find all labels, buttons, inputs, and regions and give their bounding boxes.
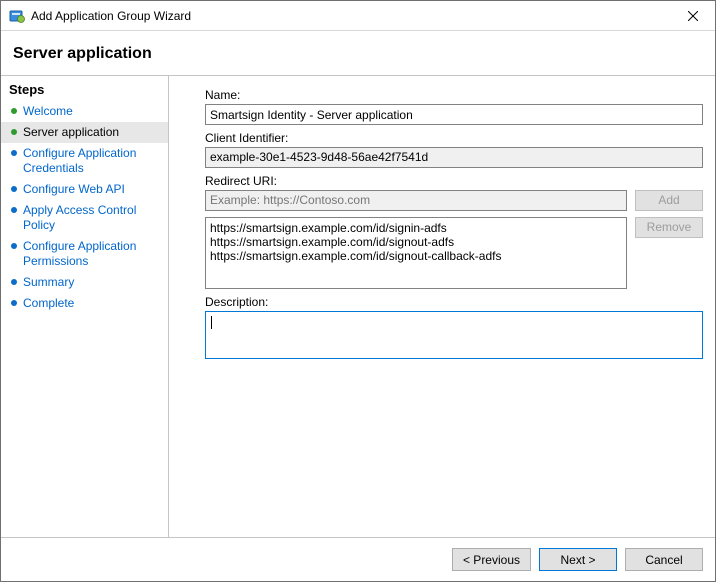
client-id-field[interactable]: example-30e1-4523-9d48-56ae42f7541d bbox=[205, 147, 703, 168]
previous-button[interactable]: < Previous bbox=[452, 548, 531, 571]
close-button[interactable] bbox=[670, 1, 715, 31]
steps-heading: Steps bbox=[1, 80, 168, 101]
step-server-application[interactable]: Server application bbox=[1, 122, 168, 143]
step-label: Configure Application Permissions bbox=[23, 239, 160, 269]
step-label: Summary bbox=[23, 275, 160, 290]
step-label: Apply Access Control Policy bbox=[23, 203, 160, 233]
list-item[interactable]: https://smartsign.example.com/id/signout… bbox=[210, 249, 622, 263]
cancel-button[interactable]: Cancel bbox=[625, 548, 703, 571]
close-icon bbox=[688, 11, 698, 21]
wizard-footer: < Previous Next > Cancel bbox=[1, 537, 715, 581]
titlebar: Add Application Group Wizard bbox=[1, 1, 715, 31]
step-summary[interactable]: Summary bbox=[1, 272, 168, 293]
redirect-uri-list[interactable]: https://smartsign.example.com/id/signin-… bbox=[205, 217, 627, 289]
redirect-uri-input[interactable]: Example: https://Contoso.com bbox=[205, 190, 627, 211]
step-configure-web-api[interactable]: Configure Web API bbox=[1, 179, 168, 200]
name-input[interactable] bbox=[205, 104, 703, 125]
app-icon bbox=[9, 8, 25, 24]
step-application-permissions[interactable]: Configure Application Permissions bbox=[1, 236, 168, 272]
step-label: Server application bbox=[23, 125, 160, 140]
wizard-window: Add Application Group Wizard Server appl… bbox=[0, 0, 716, 582]
window-title: Add Application Group Wizard bbox=[31, 9, 670, 23]
client-id-label: Client Identifier: bbox=[205, 131, 703, 145]
description-label: Description: bbox=[205, 295, 703, 309]
remove-button: Remove bbox=[635, 217, 703, 238]
step-pending-icon bbox=[9, 149, 19, 157]
wizard-body: Steps Welcome Server application Configu… bbox=[1, 75, 715, 537]
description-input[interactable] bbox=[205, 311, 703, 359]
step-welcome[interactable]: Welcome bbox=[1, 101, 168, 122]
step-complete[interactable]: Complete bbox=[1, 293, 168, 314]
step-label: Configure Application Credentials bbox=[23, 146, 160, 176]
step-pending-icon bbox=[9, 299, 19, 307]
step-pending-icon bbox=[9, 242, 19, 250]
step-label: Welcome bbox=[23, 104, 160, 119]
step-configure-credentials[interactable]: Configure Application Credentials bbox=[1, 143, 168, 179]
next-button[interactable]: Next > bbox=[539, 548, 617, 571]
list-item[interactable]: https://smartsign.example.com/id/signout… bbox=[210, 235, 622, 249]
step-current-icon bbox=[9, 128, 19, 136]
step-done-icon bbox=[9, 107, 19, 115]
step-pending-icon bbox=[9, 185, 19, 193]
redirect-uri-label: Redirect URI: bbox=[205, 174, 703, 188]
add-button: Add bbox=[635, 190, 703, 211]
page-title: Server application bbox=[1, 31, 715, 75]
step-access-control[interactable]: Apply Access Control Policy bbox=[1, 200, 168, 236]
step-pending-icon bbox=[9, 206, 19, 214]
step-label: Configure Web API bbox=[23, 182, 160, 197]
steps-sidebar: Steps Welcome Server application Configu… bbox=[1, 76, 169, 537]
step-pending-icon bbox=[9, 278, 19, 286]
name-label: Name: bbox=[205, 88, 703, 102]
form-panel: Name: Client Identifier: example-30e1-45… bbox=[169, 76, 715, 537]
list-item[interactable]: https://smartsign.example.com/id/signin-… bbox=[210, 221, 622, 235]
redirect-uri-placeholder: Example: https://Contoso.com bbox=[210, 193, 370, 207]
step-label: Complete bbox=[23, 296, 160, 311]
